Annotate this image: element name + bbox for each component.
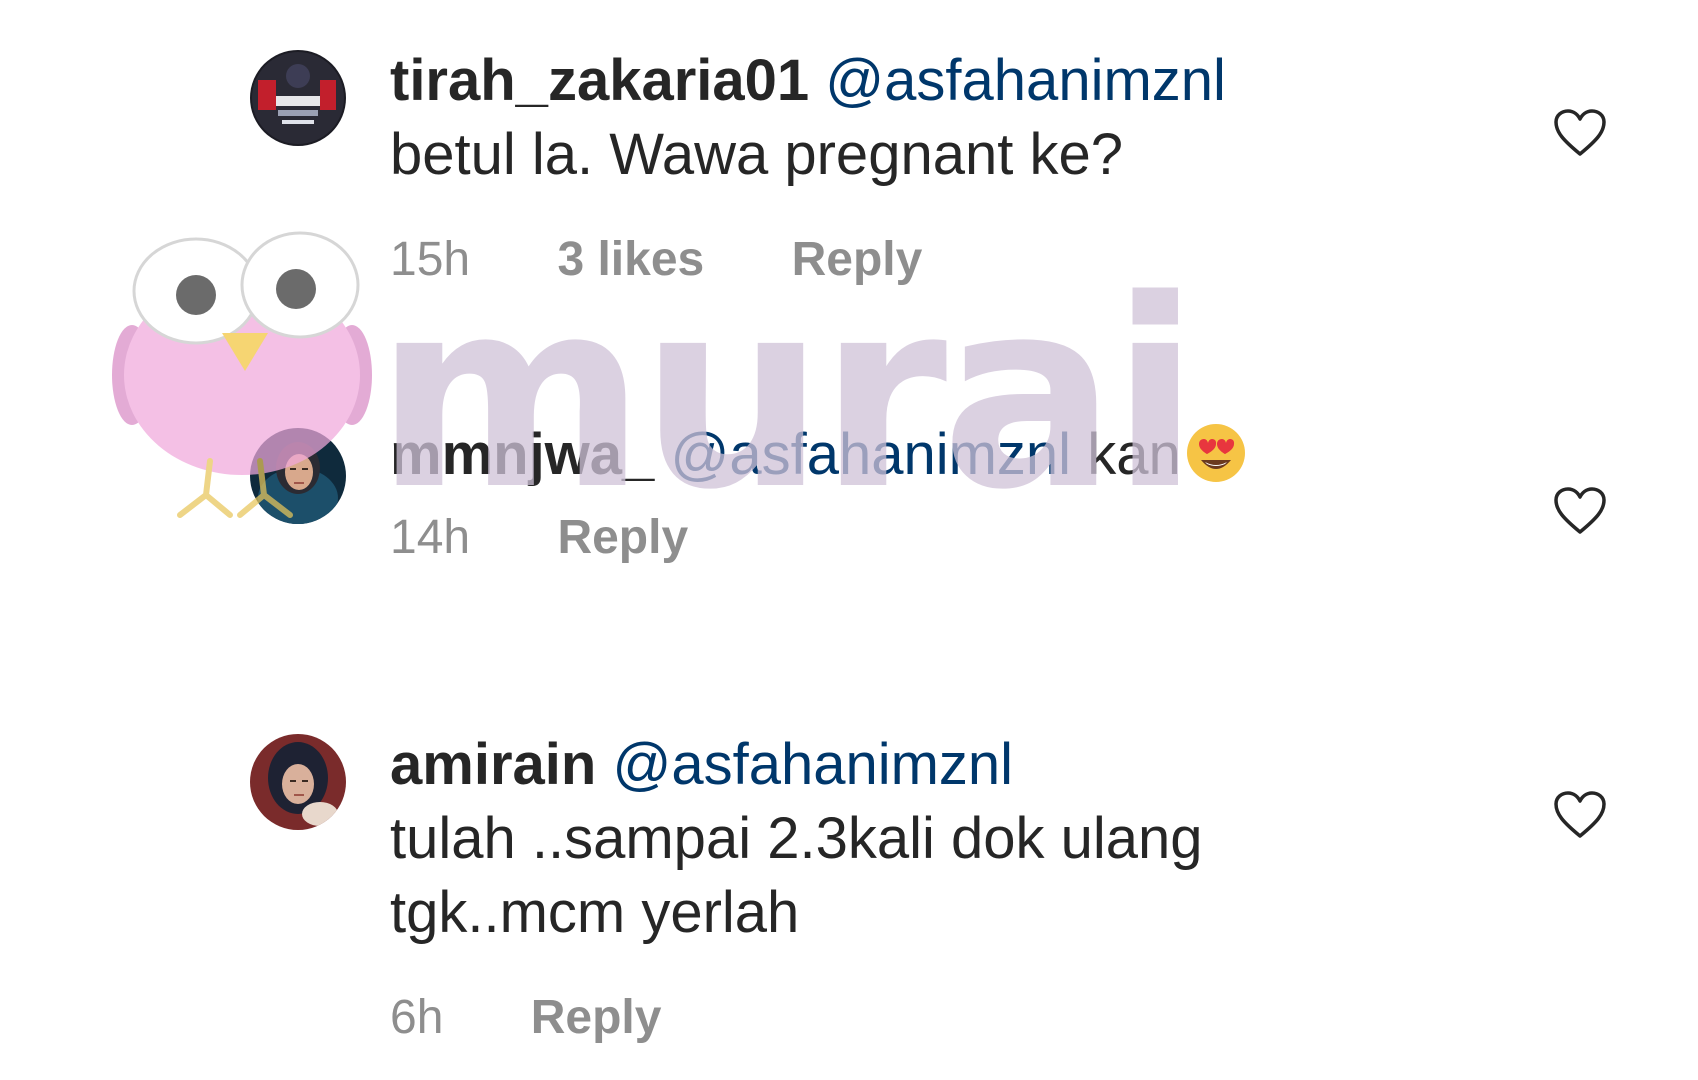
like-heart-icon[interactable] <box>1553 790 1607 840</box>
avatar[interactable] <box>250 50 346 146</box>
comment-mention[interactable]: @asfahanimznl <box>612 732 1013 797</box>
reply-button[interactable]: Reply <box>792 233 923 286</box>
comment-username[interactable]: amirain <box>390 732 596 797</box>
comment-username[interactable]: mmnjwa_ <box>390 422 654 487</box>
avatar[interactable] <box>250 428 346 524</box>
like-heart-icon[interactable] <box>1553 108 1607 158</box>
comment-timestamp: 14h <box>390 511 471 564</box>
reply-button[interactable]: Reply <box>531 991 662 1044</box>
comments-screenshot: tirah_zakaria01 @asfahanimznl betul la. … <box>0 0 1698 1080</box>
comment-timestamp: 6h <box>390 991 444 1044</box>
heart-eyes-emoji-icon <box>1185 422 1247 484</box>
avatar[interactable] <box>250 734 346 830</box>
comment-likes-count[interactable]: 3 likes <box>557 233 704 286</box>
comment-text: betul la. Wawa pregnant ke? <box>390 122 1123 187</box>
comment-text-line: tgk..mcm yerlah <box>390 880 800 945</box>
comment-mention[interactable]: @asfahanimznl <box>825 48 1226 113</box>
comment-text: kan <box>1087 422 1181 487</box>
comment-timestamp: 15h <box>390 233 471 286</box>
like-heart-icon[interactable] <box>1553 486 1607 536</box>
reply-button[interactable]: Reply <box>557 511 688 564</box>
murai-watermark-text: murai <box>375 245 1194 547</box>
comment-username[interactable]: tirah_zakaria01 <box>390 48 809 113</box>
comment-text-line: tulah ..sampai 2.3kali dok ulang <box>390 806 1203 871</box>
comment-mention[interactable]: @asfahanimznl <box>670 422 1071 487</box>
